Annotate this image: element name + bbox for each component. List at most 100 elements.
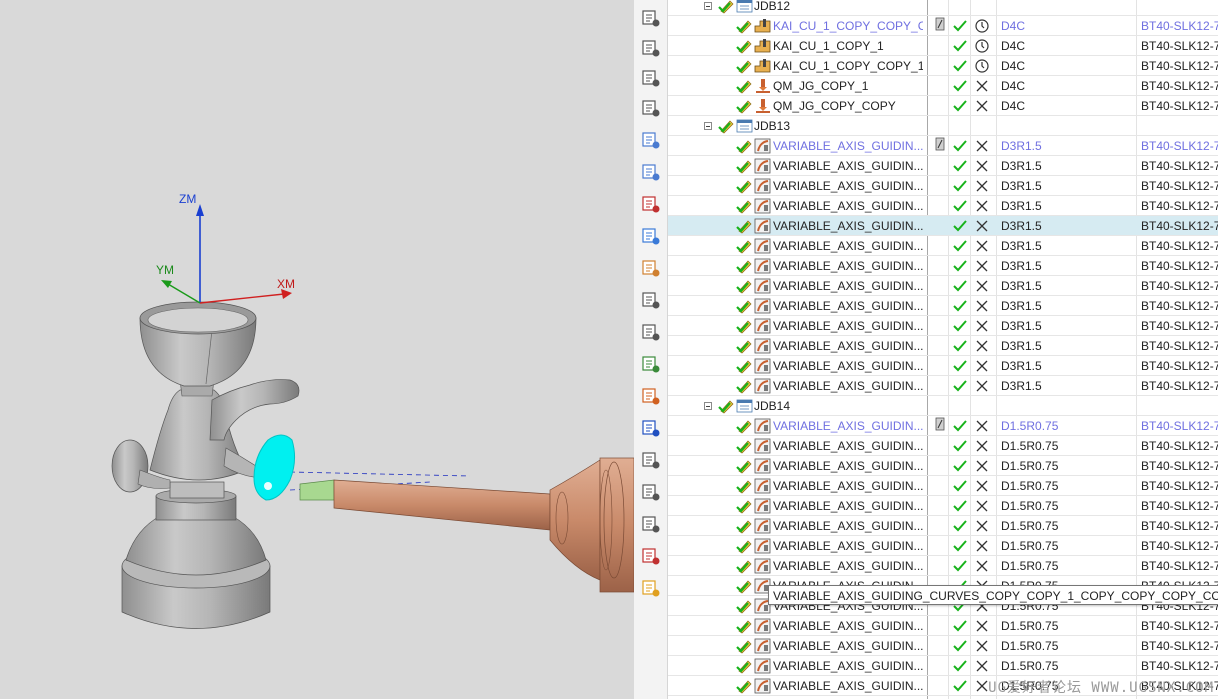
operation-row[interactable]: VARIABLE_AXIS_GUIDIN... D3R1.5 BT40-SLK12-… [668, 376, 1218, 396]
program-group-row[interactable]: JDB13 [668, 116, 1218, 136]
check-icon [952, 476, 968, 498]
geometry-view-icon[interactable] [639, 66, 663, 90]
operation-row[interactable]: VARIABLE_AXIS_GUIDIN... D1.5R0.75 BT40-SLK… [668, 416, 1218, 436]
operation-row[interactable]: VARIABLE_AXIS_GUIDIN... D1.5R0.75 BT40-SLK… [668, 616, 1218, 636]
variable-contour-operation-icon [736, 678, 771, 694]
operation-row[interactable]: VARIABLE_AXIS_GUIDIN... D3R1.5 BT40-SLK12-… [668, 196, 1218, 216]
close-icon [974, 96, 990, 118]
post-process-icon[interactable] [639, 384, 663, 408]
collapse-toggle[interactable] [704, 2, 712, 10]
wrench-icon[interactable] [639, 320, 663, 344]
operation-row[interactable]: VARIABLE_AXIS_GUIDIN... D3R1.5 BT40-SLK12-… [668, 156, 1218, 176]
check-icon [952, 216, 968, 238]
wcs-axes: ZM YM XM [156, 192, 295, 304]
operation-row[interactable]: VARIABLE_AXIS_GUIDIN... D3R1.5 BT40-SLK12-… [668, 236, 1218, 256]
cavity-mill-operation-icon [736, 39, 771, 54]
create-tool-icon[interactable] [639, 224, 663, 248]
generate-toolpath-icon[interactable] [639, 128, 663, 152]
holder-name: BT40-SLK12-7 [1141, 519, 1218, 533]
operation-row[interactable]: VARIABLE_AXIS_GUIDIN... D3R1.5 BT40-SLK12-… [668, 296, 1218, 316]
program-group-row[interactable]: JDB14 [668, 396, 1218, 416]
holder-name: BT40-SLK12-7 [1141, 139, 1218, 153]
variable-contour-operation-icon [736, 218, 771, 234]
list-sort-icon[interactable] [639, 416, 663, 440]
tool-name: D1.5R0.75 [1001, 419, 1059, 433]
holder-name: BT40-SLK12-7 [1141, 359, 1218, 373]
close-icon [974, 536, 990, 558]
operation-row[interactable]: VARIABLE_AXIS_GUIDIN... D1.5R0.75 BT40-SLK… [668, 536, 1218, 556]
operation-row[interactable]: VARIABLE_AXIS_GUIDIN... D3R1.5 BT40-SLK12-… [668, 336, 1218, 356]
operation-row[interactable]: VARIABLE_AXIS_GUIDIN... D1.5R0.75 BT40-SLK… [668, 516, 1218, 536]
check-icon [952, 356, 968, 378]
operation-row[interactable]: VARIABLE_AXIS_GUIDIN... D1.5R0.75 BT40-SLK… [668, 456, 1218, 476]
operation-row[interactable]: VARIABLE_AXIS_GUIDIN... D1.5R0.75 BT40-SLK… [668, 436, 1218, 456]
variable-contour-operation-icon [736, 658, 771, 674]
operation-row[interactable]: VARIABLE_AXIS_GUIDIN... D1.5R0.75 BT40-SLK… [668, 496, 1218, 516]
tool-library-icon[interactable] [639, 256, 663, 280]
check-icon [952, 516, 968, 538]
transform-icon[interactable] [639, 576, 663, 600]
graphics-viewport[interactable]: ZM YM XM [0, 0, 634, 699]
group-name: JDB12 [754, 0, 791, 13]
close-icon [974, 76, 990, 98]
holder-name: BT40-SLK12-7 [1141, 419, 1218, 433]
method-view-icon[interactable] [639, 96, 663, 120]
tool-name: D3R1.5 [1001, 239, 1042, 253]
operation-row[interactable]: KAI_CU_1_COPY_COPY_C... D4C BT40-SLK12-7 [668, 16, 1218, 36]
program-group-row[interactable]: JDB12 [668, 0, 1218, 16]
move-axes-icon[interactable] [639, 544, 663, 568]
shop-documentation-icon[interactable] [639, 288, 663, 312]
collapse-toggle[interactable] [704, 402, 712, 410]
tool-name: D3R1.5 [1001, 139, 1042, 153]
operation-name: VARIABLE_AXIS_GUIDIN... [773, 299, 923, 313]
operation-row[interactable]: QM_JG_COPY_1 D4C BT40-SLK12-7 [668, 76, 1218, 96]
operation-name: VARIABLE_AXIS_GUIDIN... [773, 359, 923, 373]
collapse-toggle[interactable] [704, 122, 712, 130]
operation-row[interactable]: KAI_CU_1_COPY_COPY_1 D4C BT40-SLK12-7 [668, 56, 1218, 76]
tool-setup-icon[interactable] [639, 512, 663, 536]
operation-navigator[interactable]: JDB12 KAI_CU_1_COPY_COPY_C... D4C BT40-SLK1… [668, 0, 1218, 699]
verify-toolpath-icon[interactable] [639, 160, 663, 184]
cavity-mill-operation-icon [736, 19, 771, 34]
funnel-filter-icon[interactable] [639, 448, 663, 472]
variable-contour-operation-icon [736, 598, 771, 614]
holder-name: BT40-SLK12-7 [1141, 59, 1218, 73]
operation-row[interactable]: VARIABLE_AXIS_GUIDIN... D3R1.5 BT40-SLK12-… [668, 176, 1218, 196]
check-icon [952, 636, 968, 658]
holder-name: BT40-SLK12-7 [1141, 539, 1218, 553]
clock-icon [974, 16, 990, 38]
operation-row[interactable]: VARIABLE_AXIS_GUIDIN... D3R1.5 BT40-SLK12-… [668, 316, 1218, 336]
variable-contour-operation-icon [736, 558, 771, 574]
operation-row[interactable]: QM_JG_COPY_COPY D4C BT40-SLK12-7 [668, 96, 1218, 116]
operation-row[interactable]: KAI_CU_1_COPY_1 D4C BT40-SLK12-7 [668, 36, 1218, 56]
machine-tool-view-icon[interactable] [639, 36, 663, 60]
operation-row[interactable]: VARIABLE_AXIS_GUIDIN... D3R1.5 BT40-SLK12-… [668, 136, 1218, 156]
close-icon [974, 436, 990, 458]
table-report-icon[interactable] [639, 480, 663, 504]
tool-name: D3R1.5 [1001, 159, 1042, 173]
tool-name: D3R1.5 [1001, 199, 1042, 213]
operation-name: VARIABLE_AXIS_GUIDIN... [773, 179, 923, 193]
operation-row[interactable]: VARIABLE_AXIS_GUIDIN... D3R1.5 BT40-SLK12-… [668, 276, 1218, 296]
operation-row[interactable]: VARIABLE_AXIS_GUIDIN... D1.5R0.75 BT40-SLK… [668, 656, 1218, 676]
operation-name: VARIABLE_AXIS_GUIDIN... [773, 379, 923, 393]
toolpath-icon [934, 16, 948, 36]
clock-icon [974, 36, 990, 58]
holder-name: BT40-SLK12-7 [1141, 439, 1218, 453]
close-icon [974, 216, 990, 238]
close-icon [974, 256, 990, 278]
operation-row[interactable]: VARIABLE_AXIS_GUIDIN... D1.5R0.75 BT40-SLK… [668, 476, 1218, 496]
variable-contour-operation-icon [736, 498, 771, 514]
close-icon [974, 236, 990, 258]
copy-operation-icon[interactable] [639, 352, 663, 376]
close-icon [974, 136, 990, 158]
program-order-view-icon[interactable] [639, 6, 663, 30]
operation-row[interactable]: VARIABLE_AXIS_GUIDIN... D3R1.5 BT40-SLK12-… [668, 216, 1218, 236]
operation-row[interactable]: VARIABLE_AXIS_GUIDIN... D3R1.5 BT40-SLK12-… [668, 256, 1218, 276]
operation-row[interactable]: VARIABLE_AXIS_GUIDIN... D1.5R0.75 BT40-SLK… [668, 636, 1218, 656]
operation-name: VARIABLE_AXIS_GUIDIN... [773, 559, 923, 573]
close-icon [974, 376, 990, 398]
operation-row[interactable]: VARIABLE_AXIS_GUIDIN... D1.5R0.75 BT40-SLK… [668, 556, 1218, 576]
simulate-machine-icon[interactable] [639, 192, 663, 216]
operation-row[interactable]: VARIABLE_AXIS_GUIDIN... D3R1.5 BT40-SLK12-… [668, 356, 1218, 376]
